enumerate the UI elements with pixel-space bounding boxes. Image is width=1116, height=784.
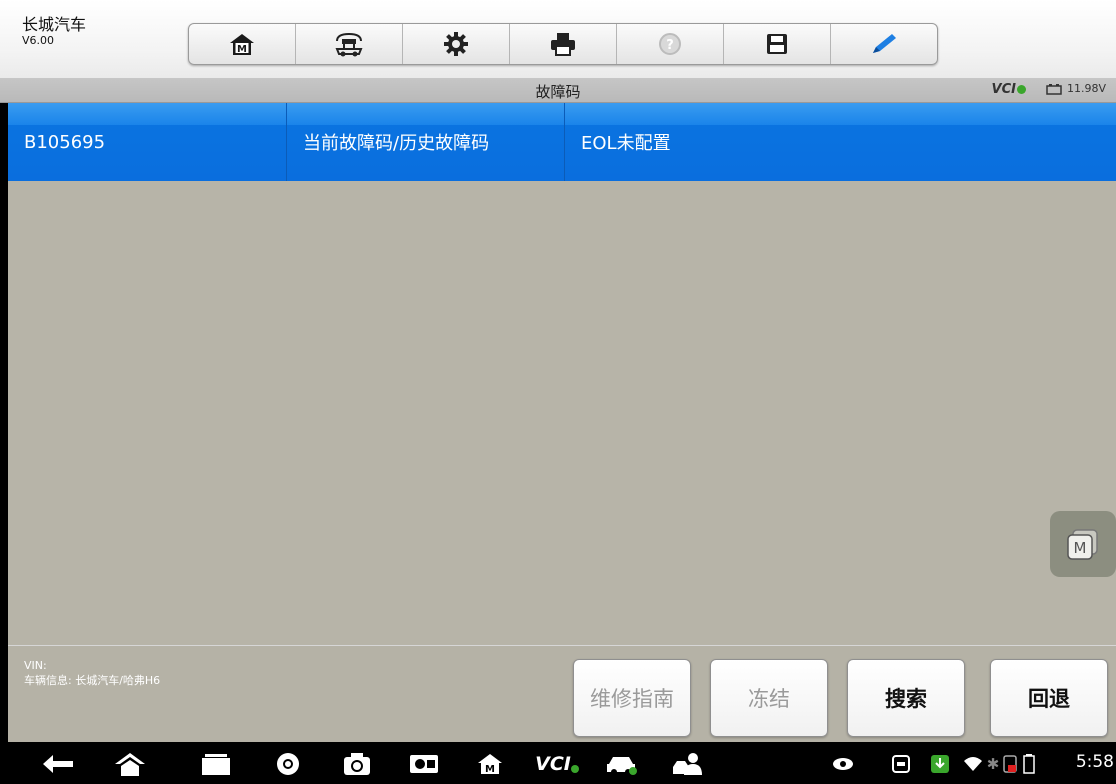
repair-guide-button[interactable]: 维修指南: [573, 659, 691, 737]
nav-home-button[interactable]: [110, 750, 150, 778]
help-icon: ?: [659, 33, 681, 55]
nav-browser-button[interactable]: [268, 750, 308, 778]
vin-label: VIN:: [24, 659, 47, 672]
search-button[interactable]: 搜索: [847, 659, 965, 737]
toolbar-home-button[interactable]: M: [189, 24, 296, 64]
svg-text:?: ?: [666, 38, 674, 53]
svg-text:M: M: [485, 764, 495, 775]
car-icon: [607, 757, 637, 775]
dtc-code: B105695: [8, 103, 287, 181]
nav-diag-home-button[interactable]: M: [470, 750, 510, 778]
vehicle-info-text: 车辆信息: 长城汽车/哈弗H6: [24, 674, 161, 687]
app-window: 长城汽车 V6.00 M ? 故障码 VCI 11.98V B105695 当前…: [0, 0, 1116, 784]
back-button[interactable]: 回退: [990, 659, 1108, 737]
header: 长城汽车 V6.00 M ?: [0, 0, 1116, 83]
toolbar-help-button[interactable]: ?: [617, 24, 724, 64]
title-bar: 故障码 VCI 11.98V: [0, 78, 1116, 103]
system-clock: 5:58: [1075, 752, 1114, 772]
app-version: V6.00: [22, 34, 55, 47]
gear-icon: [444, 32, 468, 56]
vci-label: VCI: [991, 82, 1016, 97]
home-m-icon: M: [230, 34, 254, 55]
dtc-status: 当前故障码/历史故障码: [287, 103, 565, 181]
freeze-button[interactable]: 冻结: [710, 659, 828, 737]
svg-text:M: M: [237, 44, 247, 55]
browser-icon: [277, 753, 299, 775]
nav-back-button[interactable]: [38, 750, 78, 778]
sim-status-icon: [1000, 750, 1020, 778]
toolbar-settings-button[interactable]: [403, 24, 510, 64]
home-icon: [115, 753, 145, 776]
car-lift-icon: [335, 32, 363, 57]
recent-apps-icon: [202, 754, 230, 775]
toolbar: M ?: [188, 23, 938, 65]
vehicle-info: VIN: 车辆信息: 长城汽车/哈弗H6: [24, 658, 160, 688]
floating-menu-button[interactable]: M: [1050, 511, 1116, 577]
app-name: 长城汽车: [22, 15, 87, 34]
battery-voltage: 11.98V: [1066, 82, 1106, 95]
battery-status: 11.98V: [1046, 82, 1106, 95]
eye-status-icon: [828, 750, 858, 778]
car-battery-icon: [1046, 83, 1062, 95]
nav-recents-button[interactable]: [196, 750, 236, 778]
dtc-description: EOL未配置: [581, 133, 671, 154]
printer-icon: [551, 33, 575, 56]
download-status-icon: [928, 750, 952, 778]
battery-icon: [1020, 750, 1038, 778]
multitask-m-icon: M: [1067, 529, 1098, 560]
brightness-icon: [410, 755, 438, 773]
vci-connected-icon: [570, 765, 579, 773]
toolbar-vehicle-button[interactable]: [296, 24, 403, 64]
camera-icon: [344, 753, 370, 775]
nav-camera-button[interactable]: [337, 750, 377, 778]
remote-expert-icon: [673, 753, 702, 775]
system-nav-bar: M VCI ✱ 5:58: [0, 742, 1116, 784]
nav-vehicle-button[interactable]: [602, 750, 642, 778]
dtc-row[interactable]: B105695 当前故障码/历史故障码 EOL未配置: [8, 103, 1116, 181]
nav-brightness-button[interactable]: [404, 750, 444, 778]
screenshot-status-icon: [886, 750, 916, 778]
save-icon: [767, 34, 787, 54]
page-title: 故障码: [535, 83, 581, 101]
vci-connected-icon: [1017, 85, 1026, 94]
nav-vci-label: VCI: [535, 753, 571, 775]
pen-icon: [873, 34, 896, 53]
home-m-icon: M: [478, 754, 502, 775]
back-arrow-icon: [43, 755, 73, 773]
footer: VIN: 车辆信息: 长城汽车/哈弗H6 维修指南 冻结 搜索 回退: [8, 645, 1116, 743]
toolbar-edit-button[interactable]: [831, 24, 937, 64]
toolbar-print-button[interactable]: [510, 24, 617, 64]
svg-text:M: M: [1074, 539, 1087, 557]
brand: 长城汽车 V6.00: [22, 15, 87, 48]
nav-remote-button[interactable]: [668, 750, 708, 778]
vci-status: VCI: [992, 82, 1026, 97]
nav-vci-button[interactable]: VCI: [535, 750, 579, 778]
dtc-list: B105695 当前故障码/历史故障码 EOL未配置 M: [8, 103, 1116, 645]
toolbar-save-button[interactable]: [724, 24, 831, 64]
